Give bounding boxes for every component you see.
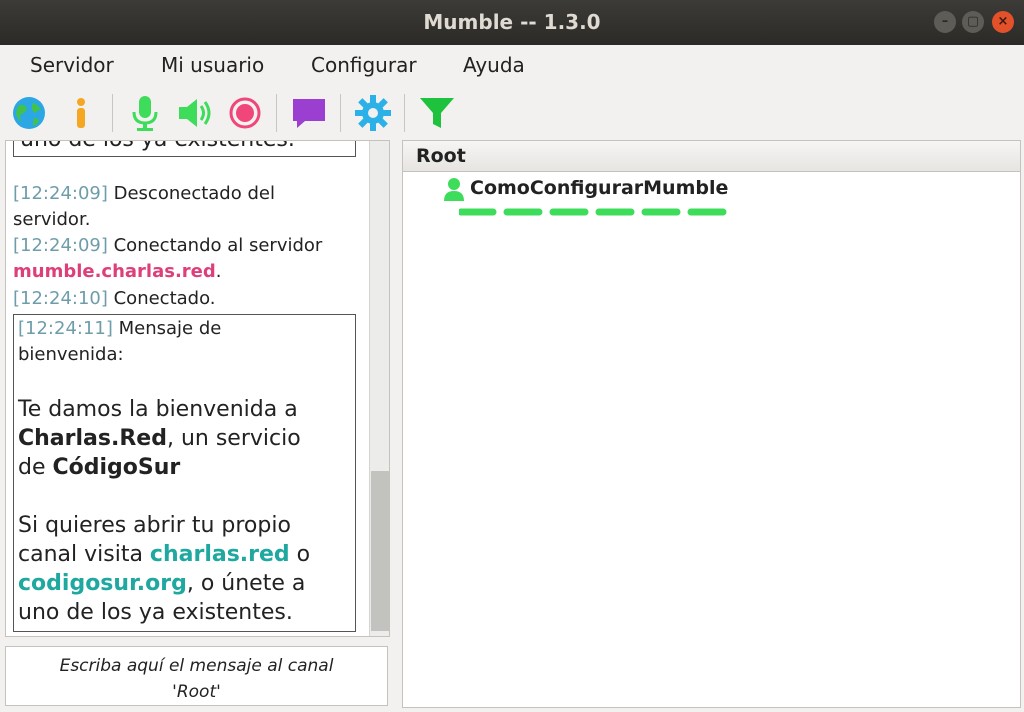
timestamp: [12:24:09] xyxy=(13,235,108,256)
channel-root-row[interactable]: Root xyxy=(403,141,1020,172)
user-icon xyxy=(444,178,464,201)
menu-mi-usuario[interactable]: Mi usuario xyxy=(161,53,264,77)
chat-input-placeholder-cont: 'Root' xyxy=(172,682,221,702)
title-bar: Mumble -- 1.3.0 – ▢ × xyxy=(0,0,1024,45)
filter-icon[interactable] xyxy=(418,94,456,132)
info-icon[interactable] xyxy=(62,94,100,132)
toolbar-separator xyxy=(112,94,113,132)
log-text: Conectando al servidor xyxy=(107,235,323,256)
log-entry-cont: servidor. xyxy=(13,209,91,230)
globe-icon[interactable] xyxy=(10,94,48,132)
server-link[interactable]: mumble.charlas.red xyxy=(13,261,216,282)
log-entry: [12:24:10] Conectado. xyxy=(13,288,216,309)
channel-tree[interactable]: Root ComoConfigurarMumble xyxy=(402,140,1021,708)
log-entry: [12:24:09] Conectando al servidor xyxy=(13,235,322,256)
speaker-icon[interactable] xyxy=(176,94,214,132)
welcome-line: de CódigoSur xyxy=(18,455,181,480)
timestamp: [12:24:09] xyxy=(13,183,108,204)
settings-gear-icon[interactable] xyxy=(354,94,392,132)
window-title: Mumble -- 1.3.0 xyxy=(423,10,601,34)
chat-log-panel[interactable]: uno de los ya existentes. [12:24:09] Des… xyxy=(5,140,390,637)
welcome-header: [12:24:11] Mensaje de xyxy=(18,318,222,339)
welcome-line: codigosur.org, o únete a xyxy=(18,571,306,596)
toolbar-separator xyxy=(404,94,405,132)
welcome-message: [12:24:11] Mensaje de bienvenida: Te dam… xyxy=(13,314,356,632)
toolbar xyxy=(0,86,1024,138)
log-text: Desconectado del xyxy=(107,183,275,204)
timestamp: [12:24:11] xyxy=(18,318,113,339)
microphone-icon[interactable] xyxy=(126,94,164,132)
toolbar-separator xyxy=(340,94,341,132)
log-entry-cont: mumble.charlas.red. xyxy=(13,261,222,282)
welcome-line: uno de los ya existentes. xyxy=(18,600,293,625)
comment-icon[interactable] xyxy=(290,94,328,132)
user-highlight-dashes xyxy=(459,208,739,216)
maximize-button[interactable]: ▢ xyxy=(962,11,984,33)
toolbar-separator xyxy=(276,94,277,132)
chat-scrollbar-thumb[interactable] xyxy=(371,471,389,631)
chat-message-input[interactable]: Escriba aquí el mensaje al canal 'Root' xyxy=(5,646,388,706)
close-button[interactable]: × xyxy=(992,11,1014,33)
log-entry: [12:24:09] Desconectado del xyxy=(13,183,275,204)
channel-root-label: Root xyxy=(416,145,466,167)
menu-servidor[interactable]: Servidor xyxy=(30,53,114,77)
charlas-red-link[interactable]: charlas.red xyxy=(150,542,290,567)
previous-message-fragment: uno de los ya existentes. xyxy=(13,141,356,157)
timestamp: [12:24:10] xyxy=(13,288,108,309)
record-icon[interactable] xyxy=(226,94,264,132)
welcome-line: canal visita charlas.red o xyxy=(18,542,311,567)
codigosur-link[interactable]: codigosur.org xyxy=(18,571,187,596)
minimize-button[interactable]: – xyxy=(934,11,956,33)
user-name: ComoConfigurarMumble xyxy=(470,177,729,199)
welcome-line: Si quieres abrir tu propio xyxy=(18,513,291,538)
menu-configurar[interactable]: Configurar xyxy=(311,53,417,77)
welcome-line: Te damos la bienvenida a xyxy=(18,397,298,422)
chat-input-placeholder: Escriba aquí el mensaje al canal xyxy=(59,656,334,676)
menu-bar: Servidor Mi usuario Configurar Ayuda xyxy=(0,45,1024,85)
welcome-line: Charlas.Red, un servicio xyxy=(18,426,301,451)
menu-ayuda[interactable]: Ayuda xyxy=(463,53,525,77)
welcome-header-cont: bienvenida: xyxy=(18,344,124,365)
log-text: Conectado. xyxy=(107,288,216,309)
chat-scrollbar[interactable] xyxy=(369,141,389,636)
